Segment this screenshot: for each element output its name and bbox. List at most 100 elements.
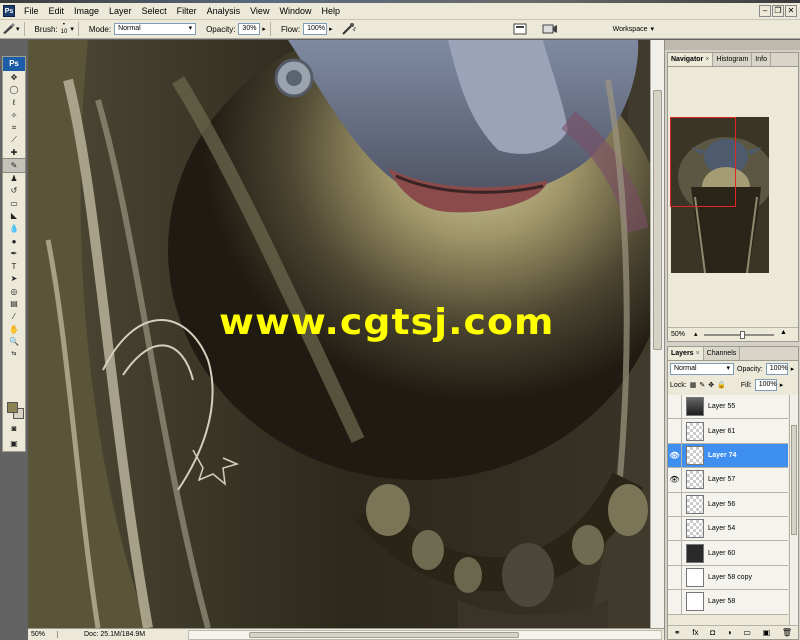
tab-channels[interactable]: Channels — [704, 347, 741, 360]
chevron-right-icon[interactable]: ▸ — [329, 25, 333, 33]
menu-view[interactable]: View — [245, 3, 274, 20]
visibility-eye-icon[interactable] — [668, 516, 682, 541]
chevron-down-icon[interactable]: ▾ — [16, 25, 20, 33]
layer-row[interactable]: Layer 58 copy — [668, 565, 788, 591]
menu-layer[interactable]: Layer — [104, 3, 137, 20]
clone-stamp-tool-icon[interactable]: ♟ — [3, 172, 25, 185]
new-group-icon[interactable]: ▭ — [743, 628, 751, 637]
type-tool-icon[interactable]: T — [3, 260, 25, 273]
slider-knob[interactable] — [740, 331, 745, 339]
lasso-tool-icon[interactable]: ℓ — [3, 96, 25, 109]
dodge-tool-icon[interactable]: ● — [3, 235, 25, 248]
zoom-level[interactable]: 50% — [28, 631, 58, 638]
hand-tool-icon[interactable]: ✋ — [3, 323, 25, 336]
layer-row[interactable]: Layer 58 — [668, 589, 788, 615]
pen-tool-icon[interactable]: ✒ — [3, 247, 25, 260]
brush-preset-icon[interactable] — [0, 22, 16, 36]
move-tool-icon[interactable]: ✥ — [3, 71, 25, 84]
magic-wand-tool-icon[interactable]: ✧ — [3, 109, 25, 122]
visibility-eye-icon[interactable]: 👁 — [668, 443, 682, 468]
mode-select[interactable]: Normal ▾ — [114, 23, 197, 35]
layer-row[interactable]: 👁 Layer 57 — [668, 467, 788, 493]
add-mask-icon[interactable]: ◘ — [710, 628, 715, 637]
quick-mask-icon[interactable]: ◙ — [3, 422, 25, 435]
scroll-thumb[interactable] — [249, 631, 519, 638]
lock-pixels-icon[interactable]: ✎ — [699, 381, 705, 389]
swap-colors-icon[interactable]: ⇆ — [3, 348, 25, 358]
close-icon[interactable]: × — [696, 347, 700, 360]
zoom-out-icon[interactable]: ▴ — [694, 330, 698, 338]
canvas-horizontal-scrollbar[interactable] — [188, 629, 662, 640]
layer-row[interactable]: 👁 Layer 74 — [668, 443, 788, 469]
link-layers-icon[interactable]: ⚭ — [674, 628, 681, 637]
layer-opacity-field[interactable]: 100% — [765, 363, 788, 375]
zoom-in-icon[interactable]: ▲ — [780, 329, 787, 336]
shape-tool-icon[interactable]: ◎ — [3, 285, 25, 298]
document-canvas[interactable]: www.cgtsj.com — [28, 40, 664, 628]
tab-info[interactable]: Info — [752, 53, 771, 66]
menu-window[interactable]: Window — [274, 3, 316, 20]
visibility-eye-icon[interactable] — [668, 541, 682, 566]
chevron-right-icon[interactable]: ▸ — [780, 381, 784, 389]
screen-mode-icon[interactable]: ▣ — [3, 437, 25, 450]
flow-field[interactable]: 100% — [303, 23, 328, 35]
layer-row[interactable]: Layer 56 — [668, 492, 788, 517]
new-layer-icon[interactable]: ▣ — [763, 628, 771, 637]
visibility-eye-icon[interactable]: 👁 — [668, 467, 682, 492]
palette-well-icon[interactable] — [512, 22, 528, 36]
chevron-right-icon[interactable]: ▸ — [262, 25, 266, 33]
chevron-down-icon[interactable]: ▾ — [70, 25, 74, 33]
chevron-right-icon[interactable]: ▸ — [791, 365, 795, 373]
menu-help[interactable]: Help — [316, 3, 345, 20]
bridge-icon[interactable] — [542, 22, 558, 36]
layer-row[interactable]: Layer 55 — [668, 394, 788, 420]
history-brush-tool-icon[interactable]: ↺ — [3, 184, 25, 197]
healing-brush-tool-icon[interactable]: ✚ — [3, 147, 25, 160]
blur-tool-icon[interactable]: 💧 — [3, 222, 25, 235]
scroll-thumb[interactable] — [653, 90, 662, 350]
foreground-color-swatch[interactable] — [7, 402, 18, 413]
navigator-zoom-slider[interactable] — [704, 331, 774, 339]
layers-scrollbar[interactable] — [789, 395, 798, 625]
minimize-icon[interactable]: – — [759, 5, 771, 17]
crop-tool-icon[interactable]: ⌗ — [3, 121, 25, 134]
dock-grip[interactable] — [665, 40, 800, 50]
eraser-tool-icon[interactable]: ▭ — [3, 197, 25, 210]
scroll-thumb[interactable] — [791, 425, 797, 535]
airbrush-icon[interactable] — [341, 22, 357, 36]
brush-size-picker[interactable]: • 10 — [61, 22, 68, 36]
lock-all-icon[interactable]: 🔒 — [717, 381, 726, 389]
visibility-eye-icon[interactable] — [668, 565, 682, 590]
close-icon[interactable]: × — [705, 53, 709, 66]
layer-row[interactable]: Layer 61 — [668, 419, 788, 444]
visibility-eye-icon[interactable] — [668, 589, 682, 614]
canvas-vertical-scrollbar[interactable] — [650, 40, 664, 628]
lock-transparency-icon[interactable]: ▦ — [690, 381, 697, 389]
layer-row[interactable]: Layer 60 — [668, 541, 788, 566]
tab-layers[interactable]: Layers × — [668, 347, 704, 360]
menu-analysis[interactable]: Analysis — [202, 3, 246, 20]
notes-tool-icon[interactable]: ▤ — [3, 298, 25, 311]
slice-tool-icon[interactable]: ⟋ — [3, 134, 25, 147]
tab-navigator[interactable]: Navigator × — [668, 53, 714, 66]
trash-icon[interactable]: 🗑 — [782, 628, 792, 637]
layer-row[interactable]: Layer 54 — [668, 516, 788, 542]
menu-filter[interactable]: Filter — [172, 3, 202, 20]
blend-mode-select[interactable]: Normal ▾ — [670, 363, 734, 375]
close-icon[interactable]: ✕ — [785, 5, 797, 17]
opacity-field[interactable]: 30% — [238, 23, 261, 35]
navigator-zoom[interactable]: 50% — [671, 331, 685, 338]
fill-field[interactable]: 100% — [754, 379, 777, 391]
visibility-eye-icon[interactable] — [668, 419, 682, 444]
lock-position-icon[interactable]: ✥ — [708, 381, 714, 389]
marquee-tool-icon[interactable]: ◯ — [3, 84, 25, 97]
menu-edit[interactable]: Edit — [44, 3, 70, 20]
layer-style-icon[interactable]: fx — [692, 628, 698, 637]
visibility-eye-icon[interactable] — [668, 394, 682, 419]
paint-bucket-tool-icon[interactable]: ◣ — [3, 210, 25, 223]
visibility-eye-icon[interactable] — [668, 492, 682, 517]
restore-icon[interactable]: ❐ — [772, 5, 784, 17]
menu-image[interactable]: Image — [69, 3, 104, 20]
menu-select[interactable]: Select — [137, 3, 172, 20]
zoom-tool-icon[interactable]: 🔍 — [3, 335, 25, 348]
